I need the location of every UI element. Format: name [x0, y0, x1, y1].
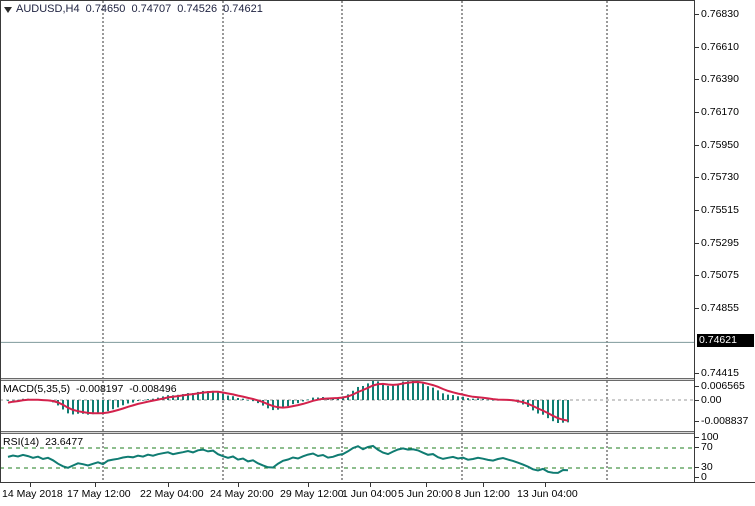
time-axis-label: 8 Jun 12:00 — [455, 488, 510, 500]
time-axis-label: 5 Jun 20:00 — [398, 488, 453, 500]
price-axis-label: 0.75730 — [701, 171, 739, 183]
price-axis-label-tick — [695, 177, 699, 178]
price-axis-label-tick — [695, 112, 699, 113]
time-axis-tick — [238, 483, 239, 487]
rsi-axis-label-tick — [695, 467, 699, 468]
rsi-indicator-label: RSI(14) 23.6477 — [3, 436, 86, 448]
bar-high-value: 0.74707 — [131, 3, 171, 15]
price-axis-label: 0.74415 — [701, 367, 739, 379]
current-price-tag: 0.74621 — [697, 334, 754, 347]
chart-window: AUDUSD,H4 0.74650 0.74707 0.74526 0.7462… — [0, 0, 755, 506]
time-axis-label: 22 May 04:00 — [140, 488, 204, 500]
time-axis-tick — [545, 483, 546, 487]
macd-axis-label-tick — [695, 400, 699, 401]
price-axis-label: 0.74855 — [701, 302, 739, 314]
time-axis-label: 13 Jun 04:00 — [517, 488, 578, 500]
time-axis-tick — [483, 483, 484, 487]
time-axis-tick — [370, 483, 371, 487]
price-axis-label-tick — [695, 14, 699, 15]
price-axis-label-tick — [695, 47, 699, 48]
symbol-period-label: AUDUSD,H4 — [16, 3, 80, 15]
bar-close-value: 0.74621 — [223, 3, 263, 15]
macd-indicator-label: MACD(5,35,5) -0.008197 -0.008496 — [3, 383, 180, 395]
price-axis-label-tick — [695, 308, 699, 309]
rsi-value: 23.6477 — [45, 436, 83, 448]
symbol-dropdown-icon[interactable] — [4, 7, 12, 13]
macd-axis-label: -0.008837 — [701, 415, 748, 427]
main-chart-canvas[interactable] — [0, 0, 695, 378]
time-axis-tick — [30, 483, 31, 487]
rsi-axis-label-tick — [695, 437, 699, 438]
rsi-axis-label: 0 — [701, 471, 707, 483]
bar-open-value: 0.74650 — [86, 3, 126, 15]
time-axis-tick — [308, 483, 309, 487]
time-axis-separator — [0, 482, 755, 483]
rsi-axis-label-tick — [695, 447, 699, 448]
price-axis-label: 0.75295 — [701, 237, 739, 249]
price-axis-label-tick — [695, 210, 699, 211]
chart-border-top — [0, 0, 695, 1]
price-axis-label-tick — [695, 275, 699, 276]
price-axis-label: 0.76390 — [701, 73, 739, 85]
price-axis-label-tick — [695, 373, 699, 374]
time-axis-label: 1 Jun 04:00 — [342, 488, 397, 500]
macd-signal-value: -0.008496 — [129, 383, 176, 395]
price-axis-label-tick — [695, 243, 699, 244]
macd-name: MACD(5,35,5) — [3, 383, 70, 395]
price-axis-label: 0.75950 — [701, 139, 739, 151]
bar-low-value: 0.74526 — [177, 3, 217, 15]
rsi-panel-canvas[interactable] — [0, 434, 695, 482]
price-axis-label: 0.76830 — [701, 8, 739, 20]
price-axis-label: 0.76610 — [701, 41, 739, 53]
time-axis-tick — [168, 483, 169, 487]
price-axis-label-tick — [695, 79, 699, 80]
time-axis-tick — [95, 483, 96, 487]
price-axis-label: 0.76170 — [701, 106, 739, 118]
chart-title: AUDUSD,H4 0.74650 0.74707 0.74526 0.7462… — [16, 3, 266, 15]
time-axis-tick — [426, 483, 427, 487]
macd-axis-label: 0.00 — [701, 394, 721, 406]
price-axis-label-tick — [695, 145, 699, 146]
chart-border-left — [0, 0, 1, 483]
rsi-axis-label-tick — [695, 477, 699, 478]
price-axis-label: 0.75075 — [701, 269, 739, 281]
macd-value: -0.008197 — [76, 383, 123, 395]
time-axis-label: 24 May 20:00 — [210, 488, 274, 500]
macd-axis-label-tick — [695, 386, 699, 387]
price-axis-label: 0.75515 — [701, 204, 739, 216]
macd-axis-label: 0.006565 — [701, 380, 745, 392]
rsi-axis-label: 70 — [701, 441, 713, 453]
time-axis-label: 29 May 12:00 — [280, 488, 344, 500]
macd-axis-label-tick — [695, 421, 699, 422]
time-axis-label: 17 May 12:00 — [67, 488, 131, 500]
rsi-name: RSI(14) — [3, 436, 39, 448]
time-axis-label: 14 May 2018 — [2, 488, 63, 500]
chart-border-right — [694, 0, 695, 483]
